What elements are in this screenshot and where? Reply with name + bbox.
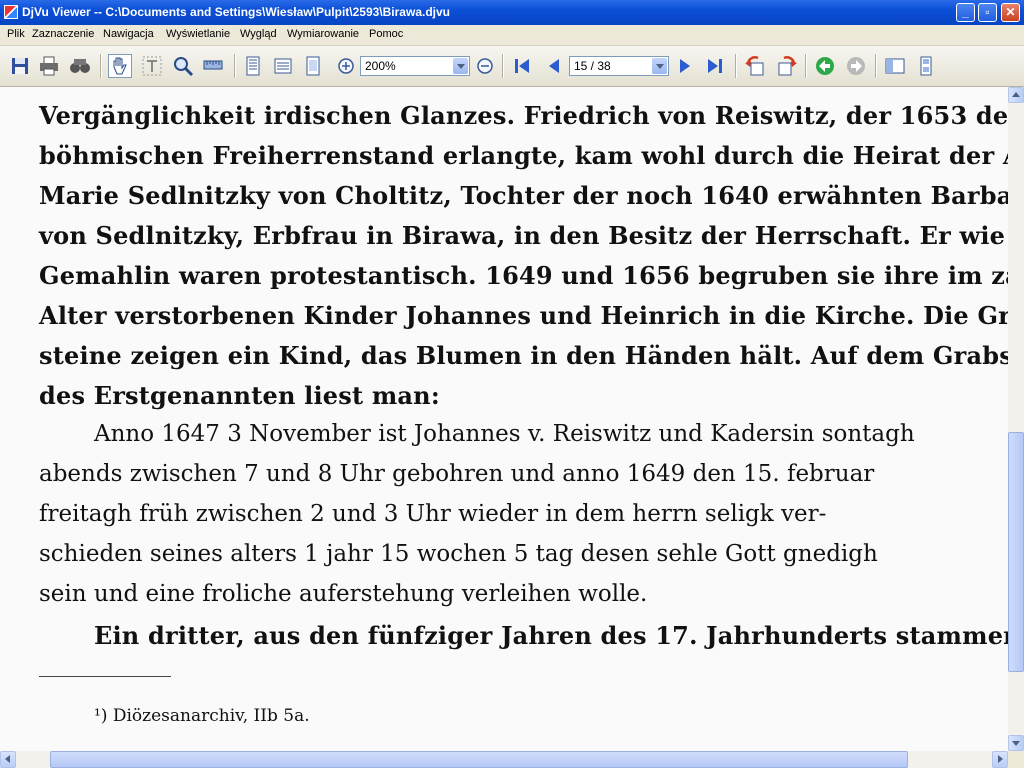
text-line: freitagh früh zwischen 2 und 3 Uhr wiede… bbox=[39, 501, 827, 527]
text-select-icon[interactable] bbox=[140, 54, 164, 78]
previous-page-icon[interactable] bbox=[542, 54, 566, 78]
text-line: Anno 1647 3 November ist Johannes v. Rei… bbox=[94, 421, 915, 447]
text-line: Alter verstorbenen Kinder Johannes und H… bbox=[39, 301, 1008, 330]
text-line: Vergänglichkeit irdischen Glanzes. Fried… bbox=[39, 101, 1008, 130]
menu-bar: Plik Zaznaczenie Nawigacja Wyświetlanie … bbox=[0, 25, 1024, 46]
menu-pomoc[interactable]: Pomoc bbox=[369, 28, 403, 40]
chevron-down-icon[interactable] bbox=[453, 58, 468, 74]
last-page-icon[interactable] bbox=[703, 54, 727, 78]
title-bar: DjVu Viewer -- C:\Documents and Settings… bbox=[0, 0, 1024, 25]
footnote: ¹) Diözesanarchiv, IIb 5a. bbox=[94, 706, 310, 726]
text-line: von Sedlnitzky, Erbfrau in Birawa, in de… bbox=[39, 221, 1008, 250]
menu-zaznaczenie[interactable]: Zaznaczenie bbox=[32, 28, 94, 40]
menu-nawigacja[interactable]: Nawigacja bbox=[103, 28, 154, 40]
window-title: DjVu Viewer -- C:\Documents and Settings… bbox=[22, 5, 450, 19]
chevron-down-icon[interactable] bbox=[652, 58, 667, 74]
scroll-up-button[interactable] bbox=[1008, 87, 1024, 103]
rotate-right-icon[interactable] bbox=[775, 54, 799, 78]
text-line: sein und eine froliche auferstehung verl… bbox=[39, 581, 648, 607]
scroll-left-button[interactable] bbox=[0, 751, 16, 768]
djvu-app-icon bbox=[4, 5, 18, 19]
scroll-right-button[interactable] bbox=[992, 751, 1008, 768]
text-line: Ein dritter, aus den fünfziger Jahren de… bbox=[94, 621, 1008, 650]
text-line: Marie Sedlnitzky von Choltitz, Tochter d… bbox=[39, 181, 1008, 210]
thumbnails-icon[interactable] bbox=[914, 54, 938, 78]
close-button[interactable]: ✕ bbox=[1001, 3, 1020, 22]
zoom-value: 200% bbox=[365, 59, 396, 73]
next-page-icon[interactable] bbox=[673, 54, 697, 78]
text-line: Gemahlin waren protestantisch. 1649 und … bbox=[39, 261, 1008, 290]
page-fit-icon[interactable] bbox=[301, 54, 325, 78]
rotate-left-icon[interactable] bbox=[743, 54, 767, 78]
horizontal-scroll-thumb[interactable] bbox=[50, 751, 908, 768]
page-combo[interactable]: 15 / 38 bbox=[569, 56, 669, 76]
scroll-down-button[interactable] bbox=[1008, 735, 1024, 751]
toolbar: 200% 15 / 38 bbox=[0, 46, 1024, 87]
text-line: schieden seines alters 1 jahr 15 wochen … bbox=[39, 541, 878, 567]
zoom-out-icon[interactable] bbox=[473, 54, 497, 78]
text-line: steine zeigen ein Kind, das Blumen in de… bbox=[39, 341, 1008, 370]
vertical-scroll-thumb[interactable] bbox=[1008, 432, 1024, 672]
save-icon[interactable] bbox=[8, 54, 32, 78]
ruler-icon[interactable] bbox=[201, 54, 225, 78]
print-icon[interactable] bbox=[37, 54, 61, 78]
minimize-button[interactable]: _ bbox=[956, 3, 975, 22]
back-icon[interactable] bbox=[813, 54, 837, 78]
document-page: Vergänglichkeit irdischen Glanzes. Fried… bbox=[0, 87, 1008, 751]
menu-plik[interactable]: Plik bbox=[7, 28, 25, 40]
zoom-select-icon[interactable] bbox=[171, 54, 195, 78]
hand-tool-icon[interactable] bbox=[108, 54, 132, 78]
text-line: des Erstgenannten liest man: bbox=[39, 381, 440, 410]
page-fit-width-icon[interactable] bbox=[271, 54, 295, 78]
horizontal-scrollbar[interactable] bbox=[0, 751, 1008, 768]
menu-wymiarowanie[interactable]: Wymiarowanie bbox=[287, 28, 359, 40]
page-single-icon[interactable] bbox=[241, 54, 265, 78]
zoom-in-icon[interactable] bbox=[334, 54, 358, 78]
first-page-icon[interactable] bbox=[510, 54, 534, 78]
sidebar-toggle-icon[interactable] bbox=[883, 54, 907, 78]
forward-icon[interactable] bbox=[844, 54, 868, 78]
menu-wyglad[interactable]: Wygląd bbox=[240, 28, 277, 40]
zoom-combo[interactable]: 200% bbox=[360, 56, 470, 76]
find-icon[interactable] bbox=[68, 54, 92, 78]
scrollbar-corner bbox=[1008, 751, 1024, 768]
page-value: 15 / 38 bbox=[574, 59, 611, 73]
maximize-button[interactable]: ▫ bbox=[978, 3, 997, 22]
text-line: böhmischen Freiherrenstand erlangte, kam… bbox=[39, 141, 1008, 170]
footnote-divider bbox=[39, 676, 171, 677]
menu-wyswietlanie[interactable]: Wyświetlanie bbox=[166, 28, 230, 40]
document-view[interactable]: Vergänglichkeit irdischen Glanzes. Fried… bbox=[0, 87, 1008, 751]
vertical-scrollbar[interactable] bbox=[1008, 87, 1024, 751]
text-line: abends zwischen 7 und 8 Uhr gebohren und… bbox=[39, 461, 875, 487]
